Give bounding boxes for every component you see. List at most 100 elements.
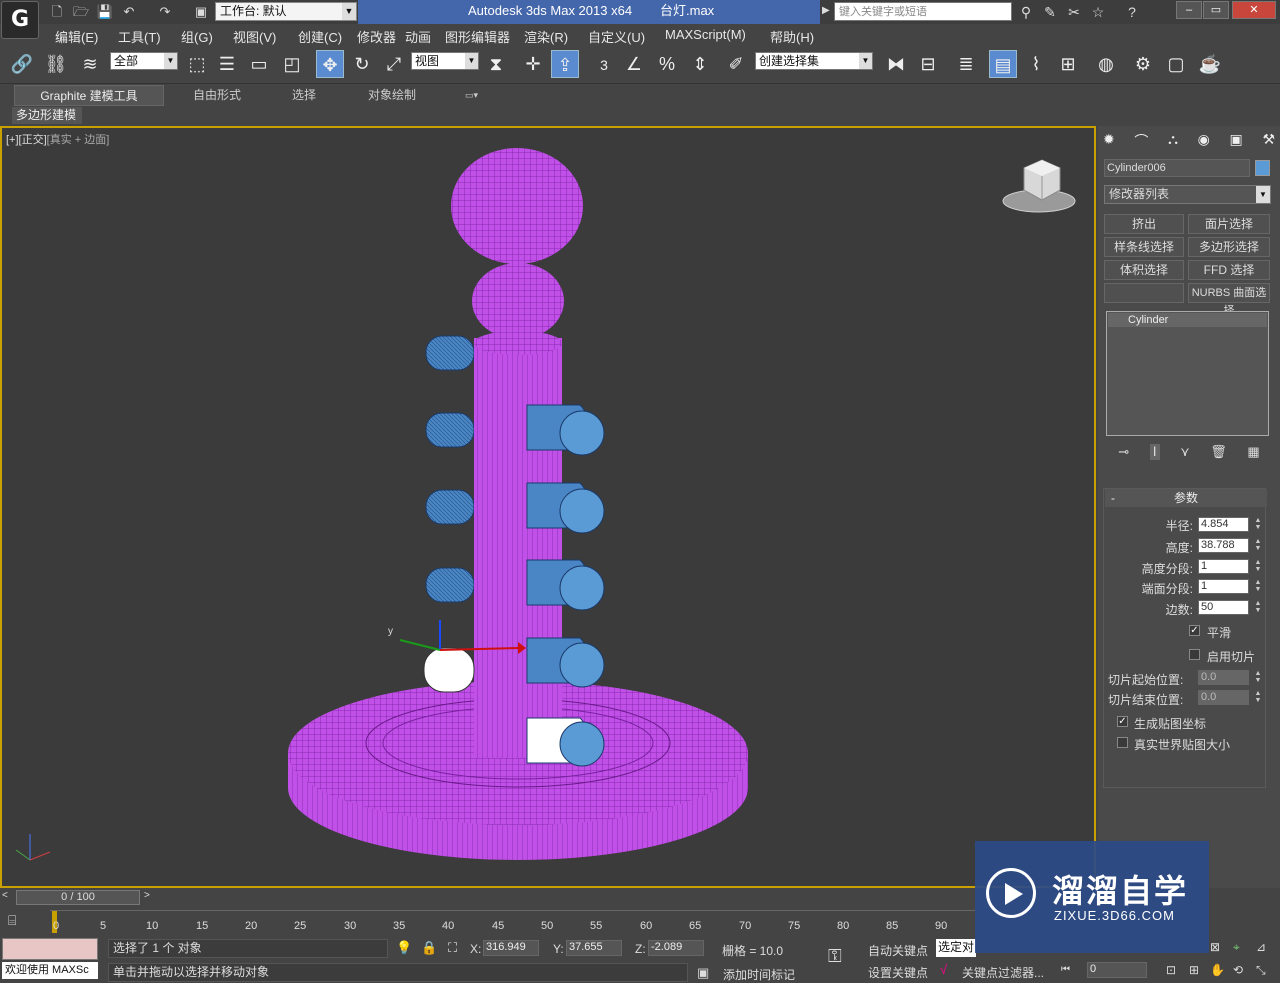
create-tab-icon[interactable]: ✹ — [1103, 131, 1115, 151]
stack-item-cylinder[interactable]: Cylinder — [1108, 313, 1267, 327]
workspace-select[interactable]: 工作台: 默认 ▼ — [215, 2, 357, 21]
minimize-button[interactable]: – — [1176, 1, 1202, 19]
time-slider-next-icon[interactable]: > — [144, 890, 156, 904]
transform-mode-icon[interactable]: ⛶ — [448, 940, 457, 956]
key-icon[interactable]: ⚿ — [828, 946, 842, 967]
reference-coord-select[interactable]: 视图 ▼ — [411, 52, 479, 70]
material-editor-icon[interactable]: ◍ — [1092, 50, 1120, 78]
gen-mapping-checkbox[interactable]: ✓ — [1117, 716, 1128, 727]
select-manipulate-icon[interactable]: ✛ — [519, 50, 547, 78]
rect-selection-icon[interactable]: ▭ — [245, 50, 273, 78]
track-bar-menu-icon[interactable]: ⌸ — [8, 912, 16, 929]
menu-maxscript[interactable]: MAXScript(M) — [665, 27, 746, 42]
rollout-title[interactable]: - 参数 — [1105, 489, 1267, 507]
slice-to-spinner[interactable]: ▲ ▼ — [1254, 690, 1262, 705]
sub-tab-polygon-modeling[interactable]: 多边形建模 — [12, 107, 82, 124]
modifier-button-poly-select[interactable]: 多边形选择 — [1188, 237, 1270, 257]
named-selection-select[interactable]: 创建选择集 ▼ — [755, 52, 873, 70]
menu-tools[interactable]: 工具(T) — [118, 27, 161, 46]
slice-to-field[interactable]: 0.0 — [1198, 690, 1249, 705]
menu-rendering[interactable]: 渲染(R) — [524, 27, 568, 46]
maxscript-listener[interactable] — [2, 938, 98, 960]
slice-from-field[interactable]: 0.0 — [1198, 670, 1249, 685]
help-icon[interactable]: ? — [1122, 3, 1142, 21]
bind-space-warp-icon[interactable]: ≋ — [76, 50, 104, 78]
save-icon[interactable]: 💾 — [96, 3, 114, 20]
align-icon[interactable]: ⊟ — [914, 50, 942, 78]
cap-segments-spinner[interactable]: ▲ ▼ — [1254, 579, 1262, 594]
keyboard-shortcut-override-icon[interactable]: ⇪ — [551, 50, 579, 78]
curve-editor-icon[interactable]: ⌇ — [1022, 50, 1050, 78]
expand-search-icon[interactable]: ▶ — [822, 5, 830, 16]
lock-icon[interactable]: 🔒 — [421, 940, 437, 956]
project-folder-icon[interactable]: ▣ — [192, 3, 210, 20]
key-filters-button[interactable]: 关键点过滤器... — [962, 964, 1044, 981]
menu-group[interactable]: 组(G) — [181, 27, 213, 46]
close-button[interactable]: ✕ — [1232, 1, 1276, 19]
subscription-icon[interactable]: ✎ — [1040, 3, 1060, 21]
cap-segments-field[interactable]: 1 — [1198, 579, 1249, 594]
set-key-button[interactable]: 设置关键点 — [868, 964, 928, 981]
sides-spinner[interactable]: ▲ ▼ — [1254, 600, 1262, 615]
modifier-button-patch-select[interactable]: 面片选择 — [1188, 214, 1270, 234]
time-slider-prev-icon[interactable]: < — [2, 890, 14, 904]
pin-stack-icon[interactable]: ⊸ — [1118, 444, 1129, 460]
menu-customize[interactable]: 自定义(U) — [588, 27, 645, 46]
sides-field[interactable]: 50 — [1198, 600, 1249, 615]
time-tag-icon[interactable]: ▣ — [697, 965, 709, 981]
zoom-all-icon[interactable]: ⊠ — [1210, 940, 1220, 954]
display-tab-icon[interactable]: ▣ — [1230, 131, 1243, 151]
mirror-icon[interactable]: ⧓ — [882, 50, 910, 78]
utilities-tab-icon[interactable]: ⚒ — [1262, 131, 1275, 151]
isolate-icon[interactable]: 💡 — [396, 940, 412, 956]
rendered-frame-icon[interactable]: ▢ — [1162, 50, 1190, 78]
select-by-name-icon[interactable]: ☰ — [213, 50, 241, 78]
remove-modifier-icon[interactable]: 🗑 — [1210, 444, 1227, 460]
field-of-view-icon[interactable]: ⊿ — [1256, 940, 1266, 954]
x-coordinate-field[interactable]: 316.949 — [483, 940, 539, 956]
height-segments-spinner[interactable]: ▲ ▼ — [1254, 559, 1262, 574]
snap-toggle-icon[interactable]: 3 — [590, 50, 618, 78]
link-icon[interactable]: 🔗 — [8, 50, 36, 78]
add-time-tag-button[interactable]: 添加时间标记 — [723, 966, 795, 983]
show-end-result-icon[interactable]: Ⅰ — [1149, 444, 1160, 460]
go-to-start-icon[interactable]: ⏮ — [1061, 964, 1070, 975]
select-object-icon[interactable]: ⬚ — [183, 50, 211, 78]
menu-edit[interactable]: 编辑(E) — [55, 27, 98, 46]
height-segments-field[interactable]: 1 — [1198, 559, 1249, 574]
menu-modifiers[interactable]: 修改器 — [357, 27, 396, 46]
auto-key-button[interactable]: 自动关键点 — [868, 942, 928, 959]
height-spinner[interactable]: ▲ ▼ — [1254, 538, 1262, 553]
communication-icon[interactable]: ✂ — [1064, 3, 1084, 21]
move-icon[interactable]: ✥ — [316, 50, 344, 78]
hierarchy-tab-icon[interactable]: ⛬ — [1168, 131, 1178, 151]
motion-tab-icon[interactable]: ◉ — [1198, 131, 1210, 151]
ribbon-options-icon[interactable]: ▭▾ — [465, 85, 478, 106]
open-file-icon[interactable]: 🗁 — [72, 3, 90, 20]
tab-graphite[interactable]: Graphite 建模工具 — [14, 85, 164, 106]
menu-views[interactable]: 视图(V) — [233, 27, 276, 46]
spinner-snap-icon[interactable]: ⇕ — [686, 50, 714, 78]
modifier-list-select[interactable]: 修改器列表 ▼ — [1104, 185, 1271, 204]
time-slider[interactable]: 0 / 100 — [16, 890, 140, 905]
percent-snap-icon[interactable]: % — [653, 50, 681, 78]
rotate-icon[interactable]: ↻ — [348, 50, 376, 78]
edit-named-selection-icon[interactable]: ✐ — [722, 50, 750, 78]
menu-animation[interactable]: 动画 — [405, 27, 431, 46]
selection-filter-select[interactable]: 全部 ▼ — [110, 52, 178, 70]
search-input[interactable]: 键入关键字或短语 — [834, 2, 1012, 21]
window-crossing-icon[interactable]: ◰ — [278, 50, 306, 78]
object-name-field[interactable]: Cylinder006 — [1104, 159, 1250, 177]
smooth-checkbox[interactable]: ✓ — [1189, 625, 1200, 636]
real-world-size-checkbox[interactable] — [1117, 737, 1128, 748]
key-mode-select[interactable]: 选定对 — [936, 939, 976, 957]
make-unique-icon[interactable]: ⋎ — [1180, 444, 1190, 460]
zoom-extents-icon[interactable]: ⊞ — [1189, 963, 1199, 977]
graphite-toggle-icon[interactable]: ▤ — [989, 50, 1017, 78]
unlink-icon[interactable]: ⛓ — [42, 50, 70, 78]
current-frame-field[interactable]: 0 — [1087, 962, 1147, 978]
object-color-swatch[interactable] — [1255, 160, 1270, 176]
tab-object-paint[interactable]: 对象绘制 — [368, 85, 416, 106]
scale-icon[interactable]: ⤢ — [380, 50, 408, 78]
orbit-icon[interactable]: ⟲ — [1233, 963, 1243, 977]
